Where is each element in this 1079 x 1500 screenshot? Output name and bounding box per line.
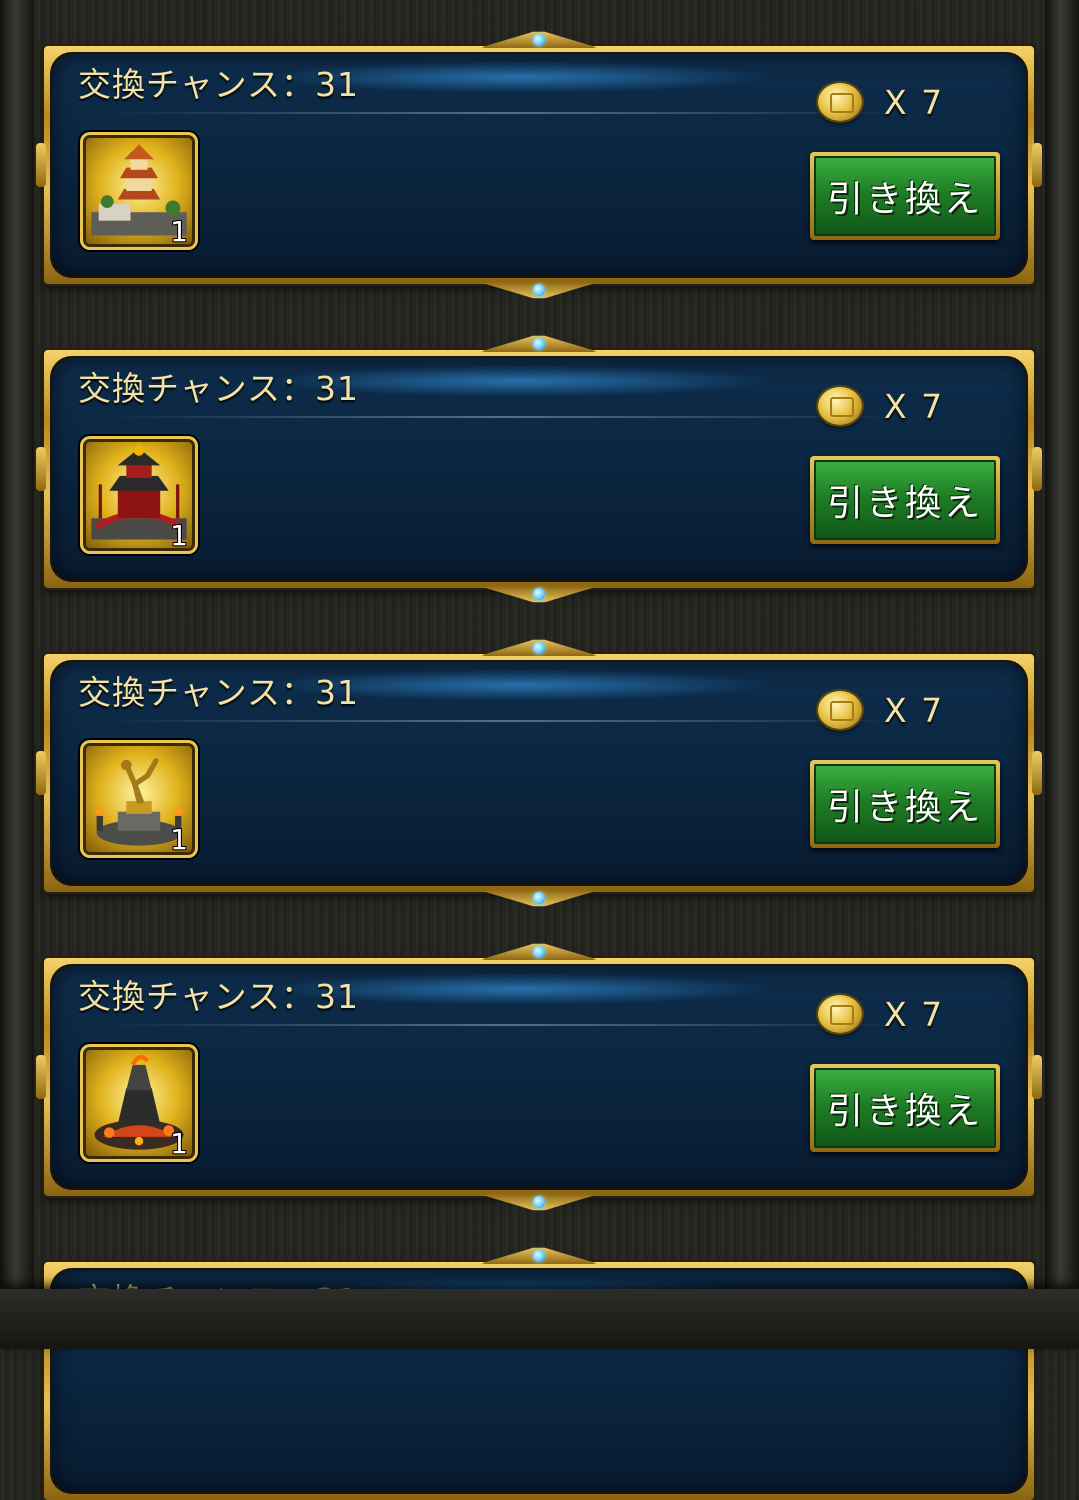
cost-display: X 7 [818,688,944,732]
gold-coin-icon [818,83,862,121]
redeem-button[interactable]: 引き換え [810,760,1000,848]
cost-display: X 7 [818,992,944,1036]
cost-display: X 7 [818,384,944,428]
redeem-button-label: 引き換え [826,1091,983,1132]
gold-coin-icon [818,387,862,425]
reward-item-slot[interactable]: 1 [80,1044,198,1162]
cost-display: X 7 [818,80,944,124]
title-divider [104,416,904,418]
gem-ornament-icon [533,338,545,350]
reward-item-slot[interactable]: 1 [80,132,198,250]
exchange-chance-label: 交換チャンス：31 [78,673,360,712]
gem-ornament-icon [533,892,545,904]
redeem-button-label: 引き換え [826,179,983,220]
cost-amount: X 7 [884,386,945,426]
gem-ornament-icon [533,284,545,296]
redeem-button-label: 引き換え [826,787,983,828]
redeem-button-label: 引き換え [826,483,983,524]
frame-ornament [1032,1055,1042,1099]
cost-amount: X 7 [884,82,945,122]
title-divider [104,720,904,722]
reward-item-slot[interactable]: 1 [80,436,198,554]
exchange-chance-label: 交換チャンス：31 [78,65,360,104]
frame-ornament [36,143,46,187]
redeem-button[interactable]: 引き換え [810,152,1000,240]
item-quantity: 1 [170,823,188,856]
item-quantity: 1 [170,519,188,552]
frame-ornament [1032,447,1042,491]
exchange-list[interactable]: 交換チャンス：31 1 X 7 引き換え 交換チャンス：31 1 X 7 引き換… [0,0,1079,1500]
gold-coin-icon [818,995,862,1033]
frame-ornament [1032,143,1042,187]
gem-ornament-icon [533,946,545,958]
frame-ornament [36,751,46,795]
gem-ornament-icon [533,642,545,654]
exchange-card: 交換チャンス：31 1 X 7 引き換え [36,639,1042,892]
cost-amount: X 7 [884,994,945,1034]
redeem-button[interactable]: 引き換え [810,456,1000,544]
frame-ornament [1032,751,1042,795]
exchange-chance-label: 交換チャンス：31 [78,977,360,1016]
frame-ornament [36,447,46,491]
frame-ornament [36,1055,46,1099]
exchange-card: 交換チャンス：31 1 X 7 引き換え [36,943,1042,1196]
exchange-card: 交換チャンス：31 1 X 7 引き換え [36,335,1042,588]
bottom-frame-bar [0,1289,1079,1349]
reward-item-slot[interactable]: 1 [80,740,198,858]
exchange-card: 交換チャンス：31 1 X 7 引き換え [36,31,1042,284]
cost-amount: X 7 [884,690,945,730]
gem-ornament-icon [533,588,545,600]
title-divider [104,112,904,114]
item-quantity: 1 [170,215,188,248]
redeem-button[interactable]: 引き換え [810,1064,1000,1152]
gem-ornament-icon [533,1250,545,1262]
item-quantity: 1 [170,1127,188,1160]
title-divider [104,1024,904,1026]
exchange-chance-label: 交換チャンス：31 [78,369,360,408]
gem-ornament-icon [533,34,545,46]
gem-ornament-icon [533,1196,545,1208]
gold-coin-icon [818,691,862,729]
